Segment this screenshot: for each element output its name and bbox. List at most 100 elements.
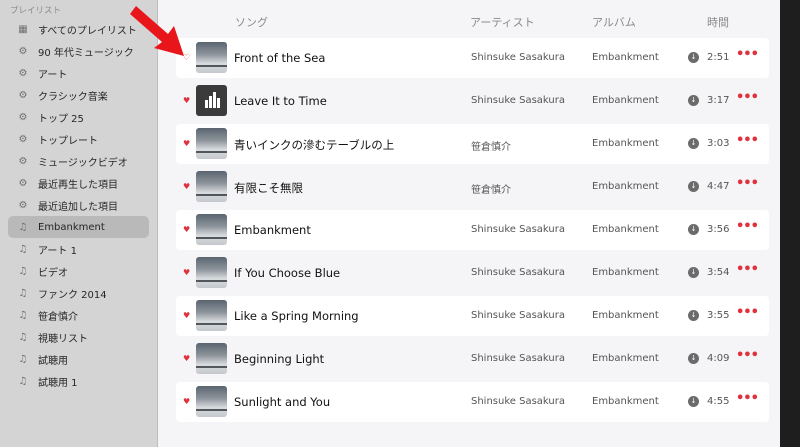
sidebar-item[interactable]: ⚙ トップ 25 [8, 106, 149, 128]
track-album[interactable]: Embankment [592, 95, 659, 106]
equalizer-bar [205, 100, 208, 108]
track-row[interactable]: ♥ Sunlight and You Shinsuke Sasakura Embank… [176, 382, 769, 422]
more-options-icon[interactable]: ••• [736, 348, 759, 363]
gear-icon: ⚙ [18, 155, 28, 167]
more-options-icon[interactable]: ••• [736, 219, 759, 234]
playlist-icon: ♫ [18, 375, 28, 387]
sidebar-item[interactable]: ♫ 笹倉慎介 [8, 304, 149, 326]
heart-filled-icon[interactable]: ♥ [183, 396, 190, 408]
track-row[interactable]: ♥ If You Choose Blue Shinsuke Sasakura Emba… [176, 253, 769, 293]
grid-icon: ▦ [18, 23, 28, 35]
more-options-icon[interactable]: ••• [736, 90, 759, 105]
sidebar-item[interactable]: ⚙ 90 年代ミュージック [8, 40, 149, 62]
sidebar-item[interactable]: ♫ 試聴用 1 [8, 370, 149, 392]
gear-icon: ⚙ [18, 133, 28, 145]
track-row[interactable]: ♥ 有限こそ無限 笹倉慎介 Embankment ↓ 4:47 ••• [176, 167, 769, 207]
sidebar-item[interactable]: ⚙ アート [8, 62, 149, 84]
sidebar-item-label: クラシック音楽 [38, 91, 108, 103]
track-album[interactable]: Embankment [592, 267, 659, 278]
download-icon[interactable]: ↓ [688, 181, 699, 192]
sidebar-item-label: ファンク 2014 [38, 289, 107, 301]
window-edge [780, 0, 800, 447]
track-row[interactable]: ♥ 青いインクの滲むテーブルの上 笹倉慎介 Embankment ↓ 3:03 ••• [176, 124, 769, 164]
column-header-artist[interactable]: アーティスト [470, 14, 535, 30]
track-artist[interactable]: Shinsuke Sasakura [471, 353, 565, 364]
sidebar-item-label: 最近追加した項目 [38, 201, 118, 213]
sidebar-item[interactable]: ♫ ファンク 2014 [8, 282, 149, 304]
sidebar-item[interactable]: ⚙ 最近再生した項目 [8, 172, 149, 194]
track-album[interactable]: Embankment [592, 138, 659, 149]
more-options-icon[interactable]: ••• [736, 47, 759, 62]
more-options-icon[interactable]: ••• [736, 262, 759, 277]
track-title: Beginning Light [234, 352, 325, 366]
download-icon[interactable]: ↓ [688, 224, 699, 235]
sidebar-item-label: アート 1 [38, 245, 77, 257]
sidebar-item[interactable]: ♫ 試聴用 [8, 348, 149, 370]
track-duration: 4:09 [707, 353, 730, 364]
sidebar-item[interactable]: ▦ すべてのプレイリスト [8, 18, 149, 40]
track-artist[interactable]: Shinsuke Sasakura [471, 267, 565, 278]
track-artist[interactable]: Shinsuke Sasakura [471, 95, 565, 106]
track-row[interactable]: ♥ Beginning Light Shinsuke Sasakura Embankm… [176, 339, 769, 379]
sidebar-item-label: Embankment [38, 221, 105, 233]
more-options-icon[interactable]: ••• [736, 176, 759, 191]
heart-filled-icon[interactable]: ♥ [183, 353, 190, 365]
sidebar-item-label: 最近再生した項目 [38, 179, 118, 191]
track-row[interactable]: ♥ Like a Spring Morning Shinsuke Sasakura E… [176, 296, 769, 336]
track-artist[interactable]: 笹倉慎介 [471, 138, 511, 153]
sidebar-item[interactable]: ♫ 視聴リスト [8, 326, 149, 348]
track-album[interactable]: Embankment [592, 353, 659, 364]
track-artist[interactable]: Shinsuke Sasakura [471, 224, 565, 235]
playlist-icon: ♫ [18, 243, 28, 255]
track-duration: 3:55 [707, 310, 730, 321]
sidebar-item-label: ビデオ [38, 267, 68, 279]
track-album[interactable]: Embankment [592, 396, 659, 407]
heart-filled-icon[interactable]: ♥ [183, 310, 190, 322]
track-artist[interactable]: Shinsuke Sasakura [471, 396, 565, 407]
track-album[interactable]: Embankment [592, 52, 659, 63]
column-header-song[interactable]: ソング [235, 14, 268, 30]
gear-icon: ⚙ [18, 111, 28, 123]
heart-filled-icon[interactable]: ♥ [183, 267, 190, 279]
track-artist[interactable]: Shinsuke Sasakura [471, 52, 565, 63]
sidebar-item[interactable]: ♫ Embankment [8, 216, 149, 238]
download-icon[interactable]: ↓ [688, 310, 699, 321]
track-row[interactable]: ♥ Leave It to Time Shinsuke Sasakura Embank… [176, 81, 769, 121]
heart-filled-icon[interactable]: ♥ [183, 138, 190, 150]
track-row[interactable]: ♥ Embankment Shinsuke Sasakura Embankment ↓ 3… [176, 210, 769, 250]
track-title: 青いインクの滲むテーブルの上 [234, 138, 395, 152]
more-options-icon[interactable]: ••• [736, 391, 759, 406]
sidebar-item[interactable]: ⚙ 最近追加した項目 [8, 194, 149, 216]
column-header-time[interactable]: 時間 [707, 14, 729, 30]
download-icon[interactable]: ↓ [688, 95, 699, 106]
playlist-icon: ♫ [18, 331, 28, 343]
download-icon[interactable]: ↓ [688, 138, 699, 149]
track-album[interactable]: Embankment [592, 181, 659, 192]
sidebar-item[interactable]: ⚙ ミュージックビデオ [8, 150, 149, 172]
more-options-icon[interactable]: ••• [736, 133, 759, 148]
track-row[interactable]: ♡ Front of the Sea Shinsuke Sasakura Embank… [176, 38, 769, 78]
track-artist[interactable]: Shinsuke Sasakura [471, 310, 565, 321]
heart-filled-icon[interactable]: ♥ [183, 95, 190, 107]
track-duration: 4:47 [707, 181, 730, 192]
download-icon[interactable]: ↓ [688, 396, 699, 407]
track-title: If You Choose Blue [234, 266, 341, 280]
track-album[interactable]: Embankment [592, 224, 659, 235]
sidebar-item[interactable]: ♫ アート 1 [8, 238, 149, 260]
gear-icon: ⚙ [18, 45, 28, 57]
track-duration: 4:55 [707, 396, 730, 407]
track-title: Leave It to Time [234, 94, 327, 108]
download-icon[interactable]: ↓ [688, 52, 699, 63]
heart-filled-icon[interactable]: ♥ [183, 224, 190, 236]
heart-filled-icon[interactable]: ♥ [183, 181, 190, 193]
sidebar-item[interactable]: ⚙ トップレート [8, 128, 149, 150]
download-icon[interactable]: ↓ [688, 353, 699, 364]
column-header-album[interactable]: アルバム [592, 14, 636, 30]
sidebar-item[interactable]: ♫ ビデオ [8, 260, 149, 282]
sidebar-item-label: アート [38, 69, 68, 81]
sidebar-item[interactable]: ⚙ クラシック音楽 [8, 84, 149, 106]
track-album[interactable]: Embankment [592, 310, 659, 321]
download-icon[interactable]: ↓ [688, 267, 699, 278]
track-artist[interactable]: 笹倉慎介 [471, 181, 511, 196]
more-options-icon[interactable]: ••• [736, 305, 759, 320]
